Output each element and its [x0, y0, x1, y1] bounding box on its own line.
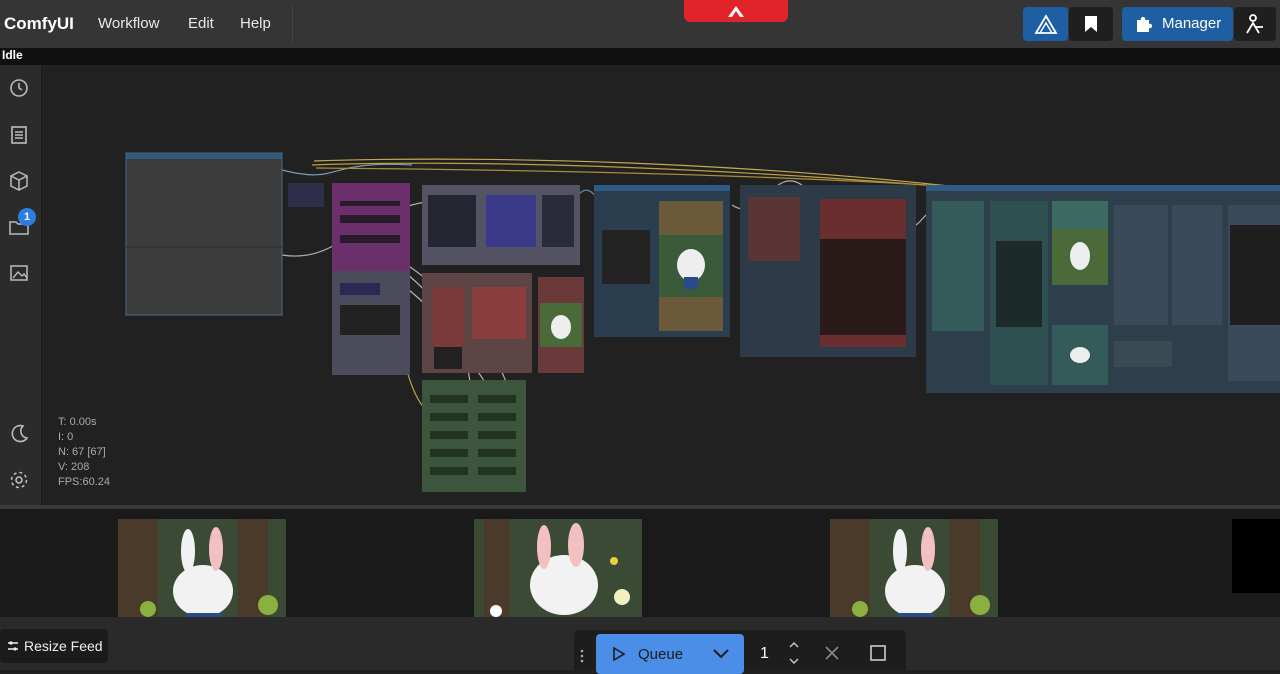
resize-feed-label: Resize Feed: [24, 638, 103, 654]
feed-image[interactable]: [118, 519, 286, 621]
workflow-templates-button[interactable]: [1023, 7, 1068, 41]
feed-image[interactable]: [830, 519, 998, 621]
queue-label: Queue: [638, 646, 684, 663]
stepper-icon[interactable]: [788, 640, 800, 666]
menu-workflow[interactable]: Workflow: [98, 15, 159, 32]
bookmark-icon: [1085, 16, 1097, 32]
stat-iterations: I: 0: [58, 431, 74, 443]
stat-fps: FPS:60.24: [58, 476, 110, 488]
render-stats: T: 0.00s I: 0 N: 67 [67] V: 208 FPS:60.2…: [58, 415, 110, 490]
bottom-bar: Resize Feed Queue 1: [0, 617, 1280, 674]
manager-button[interactable]: Manager: [1122, 7, 1233, 41]
queue-count-input[interactable]: 1: [760, 645, 769, 663]
stat-vertices: V: 208: [58, 461, 90, 473]
feed-image-placeholder[interactable]: [1232, 519, 1280, 593]
stop-icon[interactable]: [869, 644, 887, 662]
play-icon: [613, 646, 626, 662]
share-button[interactable]: [1234, 7, 1276, 41]
document-icon[interactable]: [8, 124, 30, 146]
stat-nodes: N: 67 [67]: [58, 446, 106, 458]
gear-icon[interactable]: [8, 469, 30, 491]
drag-handle-icon[interactable]: [579, 648, 585, 664]
queue-button[interactable]: Queue: [596, 634, 744, 674]
notification-badge: 1: [18, 208, 36, 226]
bookmark-button[interactable]: [1069, 7, 1113, 41]
status-text: Idle: [2, 48, 23, 62]
sliders-icon: [8, 641, 18, 651]
person-icon: [1246, 14, 1263, 34]
menu-edit[interactable]: Edit: [188, 15, 214, 32]
sidebar: 1: [0, 65, 42, 505]
menu-divider: [292, 6, 293, 42]
puzzle-icon: [1137, 16, 1153, 32]
status-bar: Idle: [0, 48, 1280, 65]
close-icon[interactable]: [824, 645, 840, 661]
queue-toolbar: Queue 1: [574, 630, 906, 674]
feed-image[interactable]: [474, 519, 642, 621]
manager-label: Manager: [1162, 15, 1222, 32]
node-graph-canvas[interactable]: T: 0.00s I: 0 N: 67 [67] V: 208 FPS:60.2…: [42, 65, 1280, 505]
top-bar: ComfyUI Workflow Edit Help Manager: [0, 0, 1280, 49]
bunny-image: [118, 519, 286, 621]
logo-icon: [728, 6, 744, 17]
moon-icon[interactable]: [8, 423, 30, 445]
toggle-panel-button[interactable]: [684, 0, 788, 22]
mountain-icon: [1034, 14, 1058, 34]
bunny-image: [830, 519, 998, 621]
menu-help[interactable]: Help: [240, 15, 271, 32]
cube-icon[interactable]: [8, 170, 30, 192]
resize-feed-button[interactable]: Resize Feed: [0, 629, 108, 663]
history-icon[interactable]: [8, 77, 30, 99]
app-title: ComfyUI: [4, 14, 74, 33]
image-feed: [0, 505, 1280, 621]
gallery-icon[interactable]: [8, 262, 30, 284]
node-graph: [125, 152, 1280, 492]
stat-time: T: 0.00s: [58, 416, 97, 428]
chevron-down-icon[interactable]: [712, 648, 730, 660]
bunny-image: [474, 519, 642, 621]
